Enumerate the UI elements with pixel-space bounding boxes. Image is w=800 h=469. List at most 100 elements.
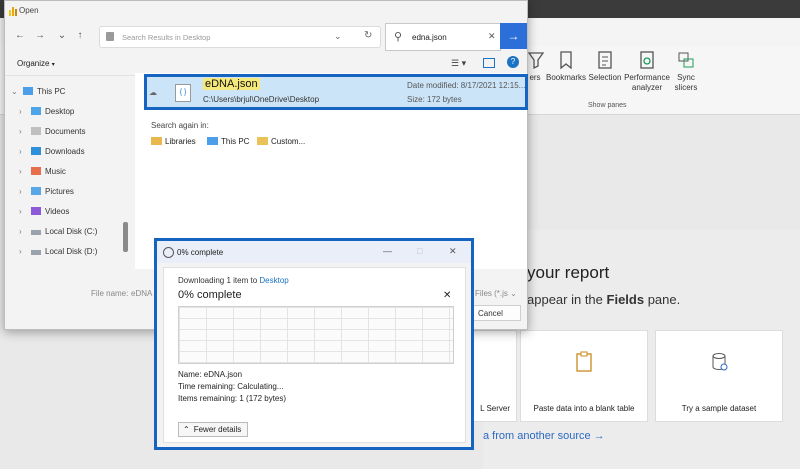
navigation-row: ← → ⌄ ↑ Search Results in Desktop ⌄ ↻ ⚲ … [5,23,527,51]
card-label: Paste data into a blank table [533,404,635,413]
search-again-this-pc[interactable]: This PC [207,137,249,146]
search-again-custom[interactable]: Custom... [257,137,305,146]
search-icon: ⚲ [394,31,403,43]
documents-icon [31,127,41,135]
ribbon-button-label: Performance analyzer [624,73,670,92]
subtitle-bold: Fields [606,292,645,307]
libraries-icon [151,137,162,145]
progress-title: 0% complete [177,248,224,257]
disk-icon [31,250,41,255]
organize-menu[interactable]: Organize ▾ [17,59,55,68]
funnel-icon [527,52,545,70]
help-icon[interactable]: ? [507,56,519,68]
ribbon-performance-button[interactable]: Performance analyzer [623,50,671,93]
cancel-download-icon[interactable]: ✕ [443,290,451,301]
file-name-input[interactable]: eDNA [131,289,152,298]
search-again-label: Search again in: [151,121,209,130]
navigation-pane: ⌄ This PC › Desktop › Documents › Downloads … [5,77,131,267]
caret-down-icon: ▾ [51,62,55,68]
progress-dialog: 0% complete — □ ✕ Downloading 1 item to … [157,241,471,447]
chevron-right-icon: › [19,187,22,196]
nav-item-documents[interactable]: › Documents [19,127,85,136]
search-go-button[interactable]: → [500,23,527,49]
build-report-title: your report [527,263,610,282]
address-bar[interactable]: Search Results in Desktop ⌄ ↻ [99,26,381,48]
up-arrow-icon[interactable]: ↑ [73,29,87,43]
nav-label: This PC [37,87,66,96]
file-type-value: Files (*.js [475,289,508,298]
forward-arrow-icon[interactable]: → [33,29,47,43]
minimize-icon[interactable]: — [383,246,392,256]
ribbon-sync-slicers-button[interactable]: Sync slicers [672,50,700,93]
address-dropdown-icon[interactable]: ⌄ [334,31,342,42]
preview-pane-icon[interactable] [483,58,495,68]
view-options-icon[interactable]: ☰ ▾ [451,58,466,69]
ribbon-button-label: ers [529,73,541,82]
bookmark-icon [560,51,572,70]
chevron-up-icon: ⌃ [183,425,190,434]
paste-data-card[interactable]: Paste data into a blank table [520,330,648,422]
close-icon[interactable]: ✕ [449,246,457,257]
back-arrow-icon[interactable]: ← [13,29,27,43]
desktop-icon [31,107,41,115]
chevron-right-icon: › [19,207,22,216]
fewer-details-button[interactable]: ⌃ Fewer details [178,422,248,437]
nav-scrollbar[interactable] [123,222,128,252]
ribbon-bookmarks-button[interactable]: Bookmarks [544,50,588,83]
ribbon-selection-button[interactable]: Selection [588,50,622,83]
nav-item-this-pc[interactable]: ⌄ This PC [11,87,65,96]
subtitle-text: pane. [644,292,681,307]
cancel-button[interactable]: Cancel [473,305,521,321]
search-input[interactable]: ⚲ edna.json ✕ [385,23,501,51]
ribbon-filters-button[interactable]: ers [527,50,545,83]
nav-item-pictures[interactable]: › Pictures [19,187,74,196]
folder-icon [257,137,268,145]
nav-item-music[interactable]: › Music [19,167,66,176]
fewer-details-label: Fewer details [193,425,242,434]
nav-item-local-disk-c[interactable]: › Local Disk (C:) [19,227,97,236]
build-report-subtitle: appear in the Fields pane. [527,292,680,307]
chevron-right-icon: › [19,227,22,236]
refresh-icon[interactable]: ↻ [364,30,372,41]
chevron-right-icon: › [19,127,22,136]
powerbi-app-icon [9,7,17,16]
nav-label: Documents [45,127,86,136]
download-icon [31,147,41,155]
highlight-box [144,74,528,110]
chevron-down-icon: ⌄ [11,87,18,96]
ribbon-button-label: Bookmarks [545,73,586,82]
clipboard-icon [576,351,592,372]
name-line: Name: eDNA.json [178,370,243,379]
get-data-link[interactable]: a from another source → [483,430,605,442]
nav-label: Pictures [45,187,74,196]
nav-item-videos[interactable]: › Videos [19,207,69,216]
nav-item-local-disk-d[interactable]: › Local Disk (D:) [19,247,97,256]
pictures-icon [31,187,41,195]
sync-icon [678,52,694,68]
destination-link[interactable]: Desktop [259,276,288,285]
chevron-right-icon: › [19,247,22,256]
link-label: This PC [221,137,250,146]
nav-item-downloads[interactable]: › Downloads [19,147,85,156]
nav-label: Desktop [45,107,75,116]
recent-chevron-icon[interactable]: ⌄ [55,29,69,43]
downloading-prefix: Downloading 1 item to [178,276,260,285]
nav-item-desktop[interactable]: › Desktop [19,107,74,116]
search-again-libraries[interactable]: Libraries [151,137,196,146]
percent-complete: 0% complete [178,289,242,301]
video-icon [31,207,41,215]
arrow-right-icon: → [507,29,520,43]
organize-label: Organize [17,59,50,68]
sample-dataset-card[interactable]: Try a sample dataset [655,330,783,422]
clear-search-icon[interactable]: ✕ [488,31,496,42]
nav-label: Videos [45,207,70,216]
link-label: Custom... [271,137,306,146]
link-label: Libraries [165,137,196,146]
ribbon-group-label: Show panes [588,102,627,109]
nav-label: Local Disk (D:) [45,247,98,256]
file-type-select[interactable]: Files (*.js ⌄ [475,289,517,298]
subtitle-text: appear in the [527,292,607,307]
chevron-right-icon: › [19,107,22,116]
nav-label: Music [45,167,66,176]
downloading-text: Downloading 1 item to Desktop [178,276,289,285]
